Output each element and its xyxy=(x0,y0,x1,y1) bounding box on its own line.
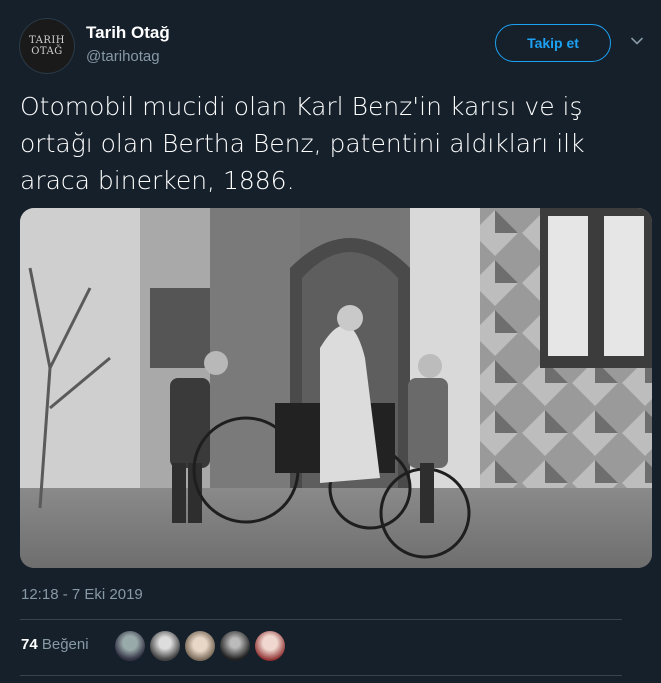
author-handle[interactable]: @tarihotag xyxy=(86,48,160,65)
divider xyxy=(20,619,622,620)
photo-illustration xyxy=(20,208,652,568)
tweet-photo[interactable] xyxy=(20,208,652,568)
tweet-text: Otomobil mucidi olan Karl Benz'in karısı… xyxy=(20,92,585,195)
likes-number: 74 xyxy=(21,636,38,653)
avatar[interactable]: TARIH OTAĞ xyxy=(20,19,74,73)
author-name[interactable]: Tarih Otağ xyxy=(86,23,170,43)
likes-count[interactable]: 74 Beğeni xyxy=(21,636,89,653)
liker-avatar[interactable] xyxy=(254,630,286,662)
likes-label: Beğeni xyxy=(41,636,89,653)
follow-button[interactable]: Takip et xyxy=(495,24,611,62)
avatar-text-line1: TARIH xyxy=(28,35,66,46)
liker-avatar[interactable] xyxy=(184,630,216,662)
likers-list xyxy=(114,630,289,662)
chevron-down-icon[interactable] xyxy=(630,34,644,48)
liker-avatar[interactable] xyxy=(149,630,181,662)
avatar-logo: TARIH OTAĞ xyxy=(20,19,74,73)
liker-avatar[interactable] xyxy=(114,630,146,662)
divider xyxy=(20,675,622,676)
tweet-timestamp[interactable]: 12:18 - 7 Eki 2019 xyxy=(21,586,143,603)
liker-avatar[interactable] xyxy=(219,630,251,662)
avatar-text-line2: OTAĞ xyxy=(31,46,63,57)
